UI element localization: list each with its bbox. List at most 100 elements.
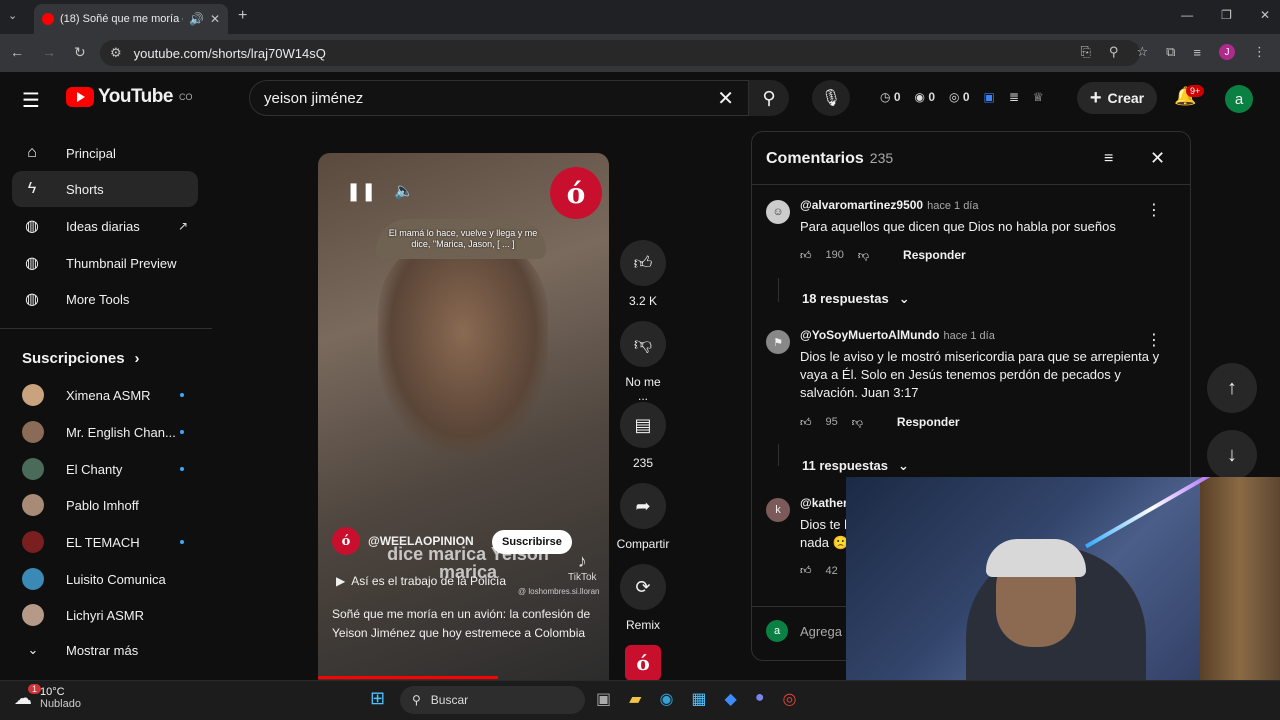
media-icon[interactable]: ≡ bbox=[1193, 45, 1201, 60]
comment-menu-icon[interactable]: ⋮ bbox=[1146, 330, 1162, 350]
window-close-icon[interactable]: ✕ bbox=[1260, 8, 1270, 22]
remix-button[interactable]: ⟳ Remix bbox=[620, 564, 666, 632]
search-button[interactable]: ⚲ bbox=[749, 80, 789, 116]
comment-time[interactable]: hace 1 día bbox=[943, 330, 994, 342]
youtube-logo[interactable]: YouTube CO bbox=[66, 86, 192, 108]
sidebar-item-principal[interactable]: ⌂ Principal bbox=[12, 135, 198, 171]
commenter-avatar[interactable]: k bbox=[766, 498, 790, 522]
commenter-handle[interactable]: @katheri bbox=[800, 496, 851, 510]
reload-icon[interactable]: ↻ bbox=[74, 44, 86, 61]
edge-icon[interactable]: ◉ bbox=[659, 689, 673, 709]
dropbox-icon[interactable]: ◆ bbox=[725, 689, 737, 709]
forward-icon[interactable]: → bbox=[42, 44, 56, 61]
ext-blue-icon[interactable]: ▣ bbox=[984, 90, 995, 104]
view-replies-button[interactable]: 11 respuestas ⌄ bbox=[802, 458, 909, 474]
views-counter[interactable]: ◉ 0 bbox=[915, 90, 936, 104]
bookmark-star-icon[interactable]: ☆ bbox=[1136, 44, 1148, 60]
subscription-item[interactable]: Luisito Comunica bbox=[22, 568, 192, 590]
maximize-icon[interactable]: ❐ bbox=[1221, 8, 1232, 22]
reply-button[interactable]: Responder bbox=[897, 415, 960, 429]
store-icon[interactable]: ▦ bbox=[691, 689, 706, 709]
profile-avatar[interactable]: J bbox=[1219, 44, 1235, 60]
thumbs-up-icon[interactable]: 👍︎ bbox=[800, 249, 812, 262]
like-count: 3.2 K bbox=[628, 294, 658, 308]
subscription-item[interactable]: Ximena ASMR bbox=[22, 384, 192, 406]
video-progress-bar[interactable] bbox=[318, 676, 499, 679]
channel-info[interactable]: ó @WEELAOPINION bbox=[332, 527, 474, 555]
thumbs-up-icon[interactable]: 👍︎ bbox=[800, 564, 812, 577]
search-input[interactable]: yeison jiménez ✕ bbox=[249, 80, 749, 116]
weather-widget[interactable]: ☁ 1 10°C Nublado bbox=[14, 684, 81, 710]
commenter-avatar[interactable]: ☺ bbox=[766, 200, 790, 224]
channel-name[interactable]: @WEELAOPINION bbox=[368, 534, 474, 548]
file-explorer-icon[interactable]: ▰ bbox=[629, 689, 641, 709]
dislike-button[interactable]: 👎︎ No me ... bbox=[620, 321, 666, 403]
windows-start-icon[interactable]: ⊞ bbox=[370, 688, 385, 709]
browser-menu-icon[interactable]: ⋮ bbox=[1253, 44, 1266, 60]
tab-close-icon[interactable]: ✕ bbox=[210, 12, 220, 26]
account-avatar[interactable]: a bbox=[1225, 85, 1253, 113]
sidebar-item-ideas[interactable]: ◍ Ideas diarias ↗ bbox=[12, 208, 198, 244]
clear-search-icon[interactable]: ✕ bbox=[717, 86, 734, 111]
extensions-icon[interactable]: ⧉ bbox=[1166, 44, 1175, 60]
reply-button[interactable]: Responder bbox=[903, 248, 966, 262]
volume-icon[interactable]: 🔈 bbox=[394, 181, 414, 201]
close-icon[interactable]: ✕ bbox=[1150, 148, 1165, 169]
comment-time[interactable]: hace 1 día bbox=[927, 200, 978, 212]
subscription-item[interactable]: Mr. English Chan... bbox=[22, 421, 192, 443]
sidebar-item-shorts[interactable]: ϟ Shorts bbox=[12, 171, 198, 207]
pause-icon[interactable]: ❚❚ bbox=[346, 181, 376, 202]
subscribe-button[interactable]: Suscribirse bbox=[492, 530, 572, 554]
shorts-video-player[interactable]: ❚❚ 🔈 ó El mamá lo hace, vuelve y llega y… bbox=[318, 153, 609, 680]
trophy-icon[interactable]: ♕ bbox=[1033, 90, 1044, 104]
sidebar-item-more-tools[interactable]: ◍ More Tools bbox=[12, 281, 198, 317]
ext-list-icon[interactable]: ≣ bbox=[1009, 90, 1019, 104]
browser-tab[interactable]: (18) Soñé que me moría en 🔊 ✕ bbox=[34, 4, 228, 34]
chrome-icon[interactable]: ◎ bbox=[783, 689, 797, 709]
view-replies-button[interactable]: 18 respuestas ⌄ bbox=[802, 291, 910, 307]
tab-search-icon[interactable]: ⌄ bbox=[8, 9, 17, 22]
taskbar-search[interactable]: ⚲ Buscar bbox=[400, 686, 585, 714]
subscription-item[interactable]: Lichyri ASMR bbox=[22, 604, 192, 626]
thumbs-up-icon[interactable]: 👍︎ bbox=[800, 416, 812, 429]
chevron-down-icon: ⌄ bbox=[898, 458, 909, 473]
site-info-icon[interactable]: ⚙ bbox=[110, 45, 122, 61]
like-button[interactable]: 👍︎ 3.2 K bbox=[620, 240, 666, 308]
clock-counter[interactable]: ◷ 0 bbox=[880, 90, 901, 104]
audio-source-thumbnail[interactable]: ó bbox=[625, 645, 661, 681]
next-short-button[interactable]: ↓ bbox=[1207, 430, 1257, 480]
minimize-icon[interactable]: — bbox=[1181, 8, 1193, 22]
comment-menu-icon[interactable]: ⋮ bbox=[1146, 200, 1162, 220]
zoom-icon[interactable]: ⚲ bbox=[1109, 44, 1119, 60]
show-more-button[interactable]: ⌄ Mostrar más bbox=[22, 642, 192, 658]
hamburger-menu-icon[interactable]: ☰ bbox=[22, 88, 40, 113]
commenter-handle[interactable]: @YoSoyMuertoAlMundo bbox=[800, 328, 939, 342]
thumbs-down-icon[interactable]: 👎︎ bbox=[858, 249, 869, 262]
speaker-icon[interactable]: 🔊 bbox=[189, 12, 204, 26]
voice-search-button[interactable]: 🎙 bbox=[812, 80, 850, 116]
back-icon[interactable]: ← bbox=[10, 44, 24, 61]
subscription-item[interactable]: El Chanty bbox=[22, 458, 192, 480]
eye-counter[interactable]: ◎ 0 bbox=[949, 90, 970, 104]
teams-icon[interactable]: ● bbox=[755, 689, 765, 709]
sort-icon[interactable]: ≡ bbox=[1104, 150, 1113, 168]
playlist-link[interactable]: ▶ Así es el trabajo de la Policía bbox=[336, 574, 506, 588]
url-bar[interactable]: ⚙ youtube.com/shorts/lraj70W14sQ bbox=[100, 40, 1140, 66]
commenter-avatar[interactable]: ⚑ bbox=[766, 330, 790, 354]
subscription-item[interactable]: Pablo Imhoff bbox=[22, 494, 192, 516]
previous-short-button[interactable]: ↑ bbox=[1207, 363, 1257, 413]
create-button[interactable]: + Crear bbox=[1077, 82, 1157, 114]
share-button[interactable]: ➦ Compartir bbox=[614, 483, 672, 551]
channel-avatar[interactable]: ó bbox=[332, 527, 360, 555]
subscription-item[interactable]: EL TEMACH bbox=[22, 531, 192, 553]
commenter-handle[interactable]: @alvaromartinez9500 bbox=[800, 198, 923, 212]
subscriptions-heading[interactable]: Suscripciones › bbox=[22, 350, 140, 367]
thumbs-down-icon[interactable]: 👎︎ bbox=[852, 416, 863, 429]
install-icon[interactable]: ⎘ bbox=[1081, 44, 1091, 60]
comments-button[interactable]: ▤ 235 bbox=[620, 402, 666, 470]
task-view-icon[interactable]: ▣ bbox=[596, 689, 611, 709]
sidebar-item-thumbnail[interactable]: ◍ Thumbnail Preview bbox=[12, 245, 198, 281]
add-comment-field[interactable]: a Agrega u bbox=[766, 620, 853, 642]
video-title[interactable]: Soñé que me moría en un avión: la confes… bbox=[332, 605, 597, 642]
new-tab-icon[interactable]: + bbox=[238, 7, 247, 25]
